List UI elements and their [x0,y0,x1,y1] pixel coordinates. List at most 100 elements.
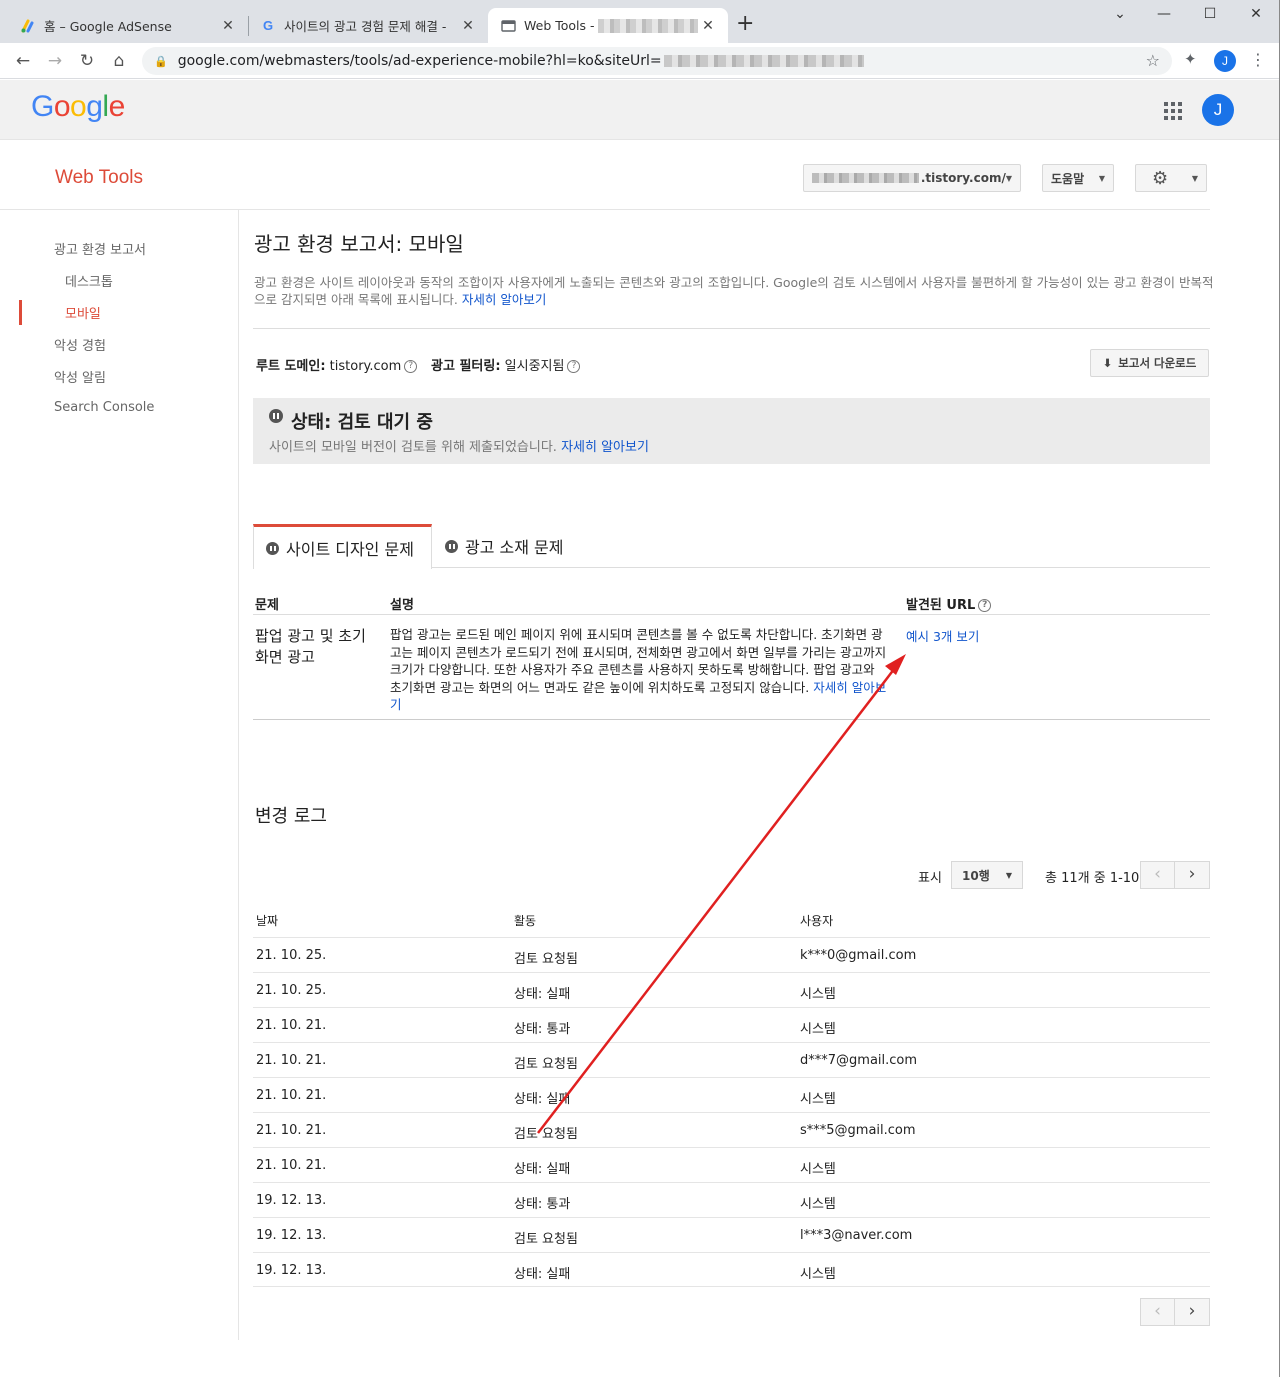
learn-more-link[interactable]: 자세히 알아보기 [462,292,546,307]
root-domain-value: tistory.com [329,359,402,374]
table-row: 19. 12. 13. 검토 요청됨 l***3@naver.com [253,1217,1210,1252]
active-indicator [19,300,22,325]
redacted-text [663,55,864,67]
next-page-button[interactable]: › [1175,1298,1210,1326]
gear-icon: ⚙ [1152,167,1169,189]
learn-more-link[interactable]: 자세히 알아보기 [561,440,649,455]
account-avatar[interactable]: J [1202,94,1234,126]
prev-page-button[interactable]: ‹ [1140,861,1175,889]
browser-tabstrip: 홈 – Google AdSense ✕ G 사이트의 광고 경험 문제 해결 … [0,0,1280,43]
help-question-icon[interactable]: ? [567,360,581,373]
caret-down-icon: ▼ [1005,870,1012,880]
google-logo[interactable]: Google [31,90,125,124]
adsense-icon [20,18,36,34]
browser-tab-ad-experience-help[interactable]: G 사이트의 광고 경험 문제 해결 - ✕ [248,8,488,43]
rows-per-page-value: 10행 [962,868,990,883]
help-question-icon[interactable]: ? [978,599,992,612]
profile-avatar[interactable]: J [1214,50,1236,72]
sidebar-item-ad-experience-report[interactable]: 광고 환경 보고서 [54,239,146,258]
page-title: 광고 환경 보고서: 모바일 [254,232,464,256]
bookmark-star-icon[interactable]: ☆ [1146,51,1160,70]
address-bar[interactable]: 🔒 google.com/webmasters/tools/ad-experie… [142,47,1172,75]
download-report-button[interactable]: ⬇ 보고서 다운로드 [1090,349,1209,377]
help-dropdown[interactable]: 도움말 ▼ [1042,164,1114,192]
redacted-text [597,19,698,34]
ad-filtering-info: 광고 필터링: 일시중지됨? [431,355,581,374]
table-row: 21. 10. 25. 검토 요청됨 k***0@gmail.com [253,937,1210,972]
divider [253,614,1210,615]
page-description: 광고 환경은 사이트 레이아웃과 동작의 조합이자 사용자에게 노출되는 콘텐츠… [254,275,1214,307]
status-subtitle: 사이트의 모바일 버전이 검토를 위해 제출되었습니다. 자세히 알아보기 [269,440,649,455]
browser-tab-webtools[interactable]: Web Tools - ✕ [488,8,728,43]
close-icon[interactable]: ✕ [220,18,236,34]
help-question-icon[interactable]: ? [404,360,418,373]
apps-grid-icon[interactable] [1164,102,1182,120]
pause-icon [266,541,279,555]
table-row: 21. 10. 21. 검토 요청됨 d***7@gmail.com [253,1042,1210,1077]
column-header-issue: 문제 [255,598,279,613]
url-text: google.com/webmasters/tools/ad-experienc… [177,53,662,69]
column-header-description: 설명 [390,598,414,613]
sidebar-item-mobile[interactable]: 모바일 [65,303,101,322]
browser-tab-adsense[interactable]: 홈 – Google AdSense ✕ [8,8,248,43]
column-header-date: 날짜 [256,914,279,928]
root-domain-info: 루트 도메인: tistory.com? [256,355,418,374]
rows-per-page-dropdown[interactable]: 10행 ▼ [951,861,1023,889]
home-icon[interactable]: ⌂ [108,50,130,72]
tab-label: Web Tools - [524,17,595,33]
help-label: 도움말 [1051,171,1085,186]
table-row: 21. 10. 21. 상태: 실패 시스템 [253,1077,1210,1112]
new-tab-icon[interactable]: + [736,13,754,35]
caret-down-icon: ▼ [1005,173,1012,183]
sidebar-item-abusive-experiences[interactable]: 악성 경험 [54,335,106,354]
pause-icon [269,409,283,423]
google-header: Google J [0,80,1280,140]
redacted-text [812,173,919,183]
window-close-icon[interactable]: ✕ [1233,6,1279,22]
reload-icon[interactable]: ↻ [76,50,98,72]
browser-menu-icon[interactable]: ⋮ [1250,50,1266,69]
divider [253,328,1210,329]
google-g-icon: G [262,18,274,33]
divider [253,719,1210,720]
site-selector-dropdown[interactable]: .tistory.com/ ▼ [803,164,1021,192]
caret-down-icon: ▼ [1191,173,1198,183]
caret-down-icon: ▼ [1098,173,1105,183]
view-examples-link[interactable]: 예시 3개 보기 [906,626,979,645]
webtools-title[interactable]: Web Tools [55,167,143,189]
close-icon[interactable]: ✕ [460,18,476,34]
next-page-button[interactable]: › [1175,861,1210,889]
ad-filtering-value: 일시중지됨 [504,359,565,374]
lock-icon: 🔒 [154,54,168,68]
forward-icon[interactable]: → [44,50,66,72]
pause-icon [445,539,458,553]
table-row: 21. 10. 21. 상태: 실패 시스템 [253,1147,1210,1182]
download-label: 보고서 다운로드 [1118,356,1197,370]
issue-name: 팝업 광고 및 초기화면 광고 [255,627,366,666]
tab-label: 사이트 디자인 문제 [286,540,414,559]
chevron-down-icon[interactable]: ⌄ [1097,6,1143,22]
sidebar [0,210,239,1340]
back-icon[interactable]: ← [12,50,34,72]
close-icon[interactable]: ✕ [700,18,716,34]
tab-ad-creative-issues[interactable]: 광고 소재 문제 [433,524,576,568]
download-icon: ⬇ [1102,356,1113,370]
status-panel: 상태: 검토 대기 중 사이트의 모바일 버전이 검토를 위해 제출되었습니다.… [253,398,1210,464]
maximize-icon[interactable]: ☐ [1187,6,1233,22]
pagination-top: ‹ › [1140,861,1210,889]
sidebar-item-desktop[interactable]: 데스크톱 [65,271,113,290]
browser-toolbar: ← → ↻ ⌂ 🔒 google.com/webmasters/tools/ad… [0,43,1280,79]
settings-dropdown[interactable]: ⚙ ▼ [1135,164,1207,192]
sidebar-item-search-console[interactable]: Search Console [54,400,154,415]
prev-page-button[interactable]: ‹ [1140,1298,1175,1326]
pagination-bottom: ‹ › [1140,1298,1210,1326]
rows-label: 표시 [918,871,942,886]
table-row: 21. 10. 25. 상태: 실패 시스템 [253,972,1210,1007]
table-row: 21. 10. 21. 검토 요청됨 s***5@gmail.com [253,1112,1210,1147]
sidebar-item-abusive-notifications[interactable]: 악성 알림 [54,367,106,386]
minimize-icon[interactable]: — [1141,6,1187,22]
pagination-count: 총 11개 중 1-10 [1045,871,1140,886]
changelog-title: 변경 로그 [255,806,327,827]
tab-site-design-issues[interactable]: 사이트 디자인 문제 [253,524,432,569]
extensions-icon[interactable]: ✦ [1184,50,1197,68]
